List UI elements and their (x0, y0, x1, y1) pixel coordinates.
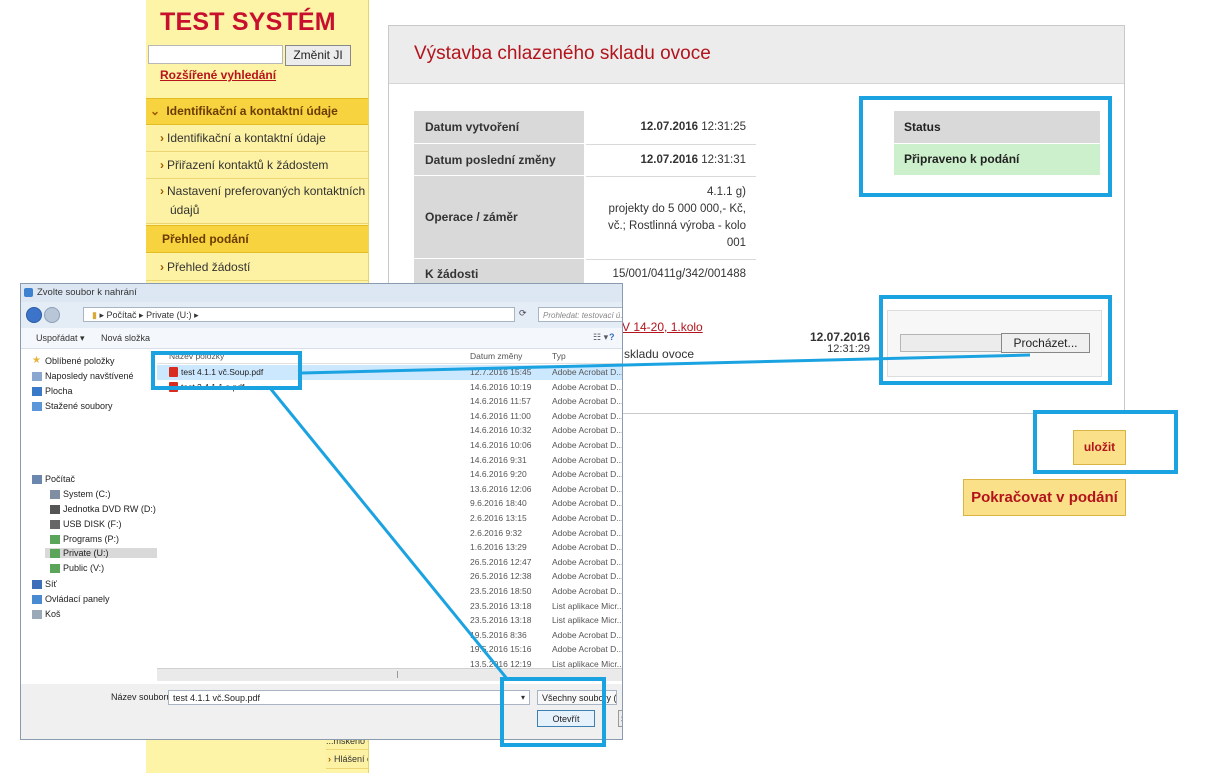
annotation-arrows (268, 353, 1031, 681)
annotation-line-to-open (268, 387, 510, 681)
annotation-line-to-browse (301, 353, 1031, 375)
